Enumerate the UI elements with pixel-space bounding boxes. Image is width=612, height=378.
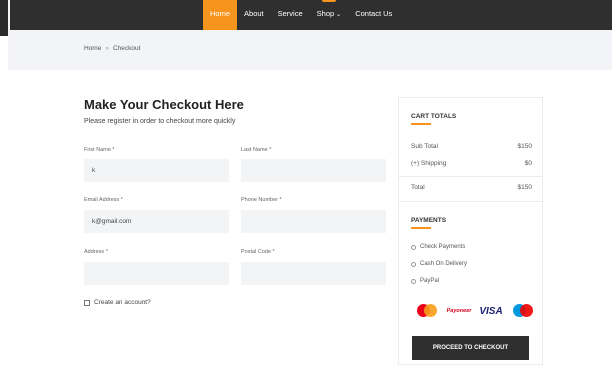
last-name-field[interactable] [241,159,386,182]
order-summary-card: CART TOTALS Sub Total $150 (+) Shipping … [398,97,543,365]
visa-logo-icon: VISA [479,303,503,319]
total-value: $150 [517,184,532,191]
nav-item-shop[interactable]: Shop ⌄ [310,0,349,30]
radio-button[interactable] [411,278,416,284]
total-row: Total $150 [411,184,532,191]
email-field[interactable] [84,210,229,233]
total-label: Total [411,184,425,191]
top-navbar: Home About Service Shop ⌄ Contact Us [10,0,612,30]
payment-logos: Payoneer VISA [415,303,535,319]
payments-divider [399,201,542,202]
create-account-row[interactable]: Create an account? [84,299,151,306]
payments-heading: PAYMENTS [411,217,447,224]
mastercard-logo-icon [415,303,439,319]
payoneer-text: Payoneer [446,308,472,314]
payment-option-paypal[interactable]: PayPal [411,278,439,284]
totals-divider [399,176,542,177]
subtotal-row: Sub Total $150 [411,143,532,150]
payment-option-cod[interactable]: Cash On Delivery [411,261,467,267]
payoneer-logo-icon: Payoneer [446,303,472,319]
create-account-checkbox[interactable] [84,299,90,306]
nav-item-label: Contact Us [355,9,393,18]
postal-code-field[interactable] [241,262,386,285]
email-label: Email Address * [84,197,123,203]
payment-option-label: Cash On Delivery [420,261,468,267]
nav-item-label: About [244,9,264,18]
shipping-label: (+) Shipping [411,160,447,167]
heading-underline [411,227,431,229]
breadcrumb-separator: » [105,45,109,52]
nav-item-about[interactable]: About [237,0,271,30]
chevron-down-icon: ⌄ [336,12,342,18]
shipping-row: (+) Shipping $0 [411,160,532,167]
breadcrumb-current: Checkout [112,45,141,52]
create-account-label: Create an account? [94,299,151,306]
first-name-field[interactable] [84,159,229,182]
postal-code-label: Postal Code * [241,249,275,255]
nav-item-label: Service [277,9,303,18]
payment-option-label: Check Payments [420,244,466,250]
last-name-label: Last Name * [241,147,272,153]
page-subtitle: Please register in order to checkout mor… [84,118,236,125]
shop-new-marker [321,0,336,2]
subtotal-value: $150 [517,143,532,150]
first-name-label: First Name * [84,147,115,153]
subtotal-label: Sub Total [411,143,438,150]
maestro-logo-icon [511,303,535,319]
nav-item-service[interactable]: Service [271,0,310,30]
address-label: Address * [84,249,108,255]
shipping-value: $0 [524,160,532,167]
phone-field[interactable] [241,210,386,233]
cart-totals-heading: CART TOTALS [411,113,457,120]
breadcrumb: Home » Checkout [84,45,140,52]
nav-menu: Home About Service Shop ⌄ Contact Us [203,0,399,30]
radio-button[interactable] [411,244,416,250]
nav-item-label: Home [210,9,231,18]
page-title: Make Your Checkout Here [84,97,244,112]
payment-option-check[interactable]: Check Payments [411,244,465,250]
payment-option-label: PayPal [420,278,440,284]
visa-text: VISA [479,305,503,317]
nav-item-contact[interactable]: Contact Us [348,0,399,30]
radio-button[interactable] [411,261,416,267]
breadcrumb-home-link[interactable]: Home [84,45,101,52]
breadcrumb-bar: Home » Checkout [10,30,612,70]
proceed-to-checkout-button[interactable]: PROCEED TO CHECKOUT [412,336,529,360]
left-edge-strip [0,0,8,36]
nav-item-home[interactable]: Home [203,0,238,30]
heading-underline [411,123,431,125]
nav-item-label: Shop [316,9,335,18]
phone-label: Phone Number * [241,197,282,203]
address-field[interactable] [84,262,229,285]
